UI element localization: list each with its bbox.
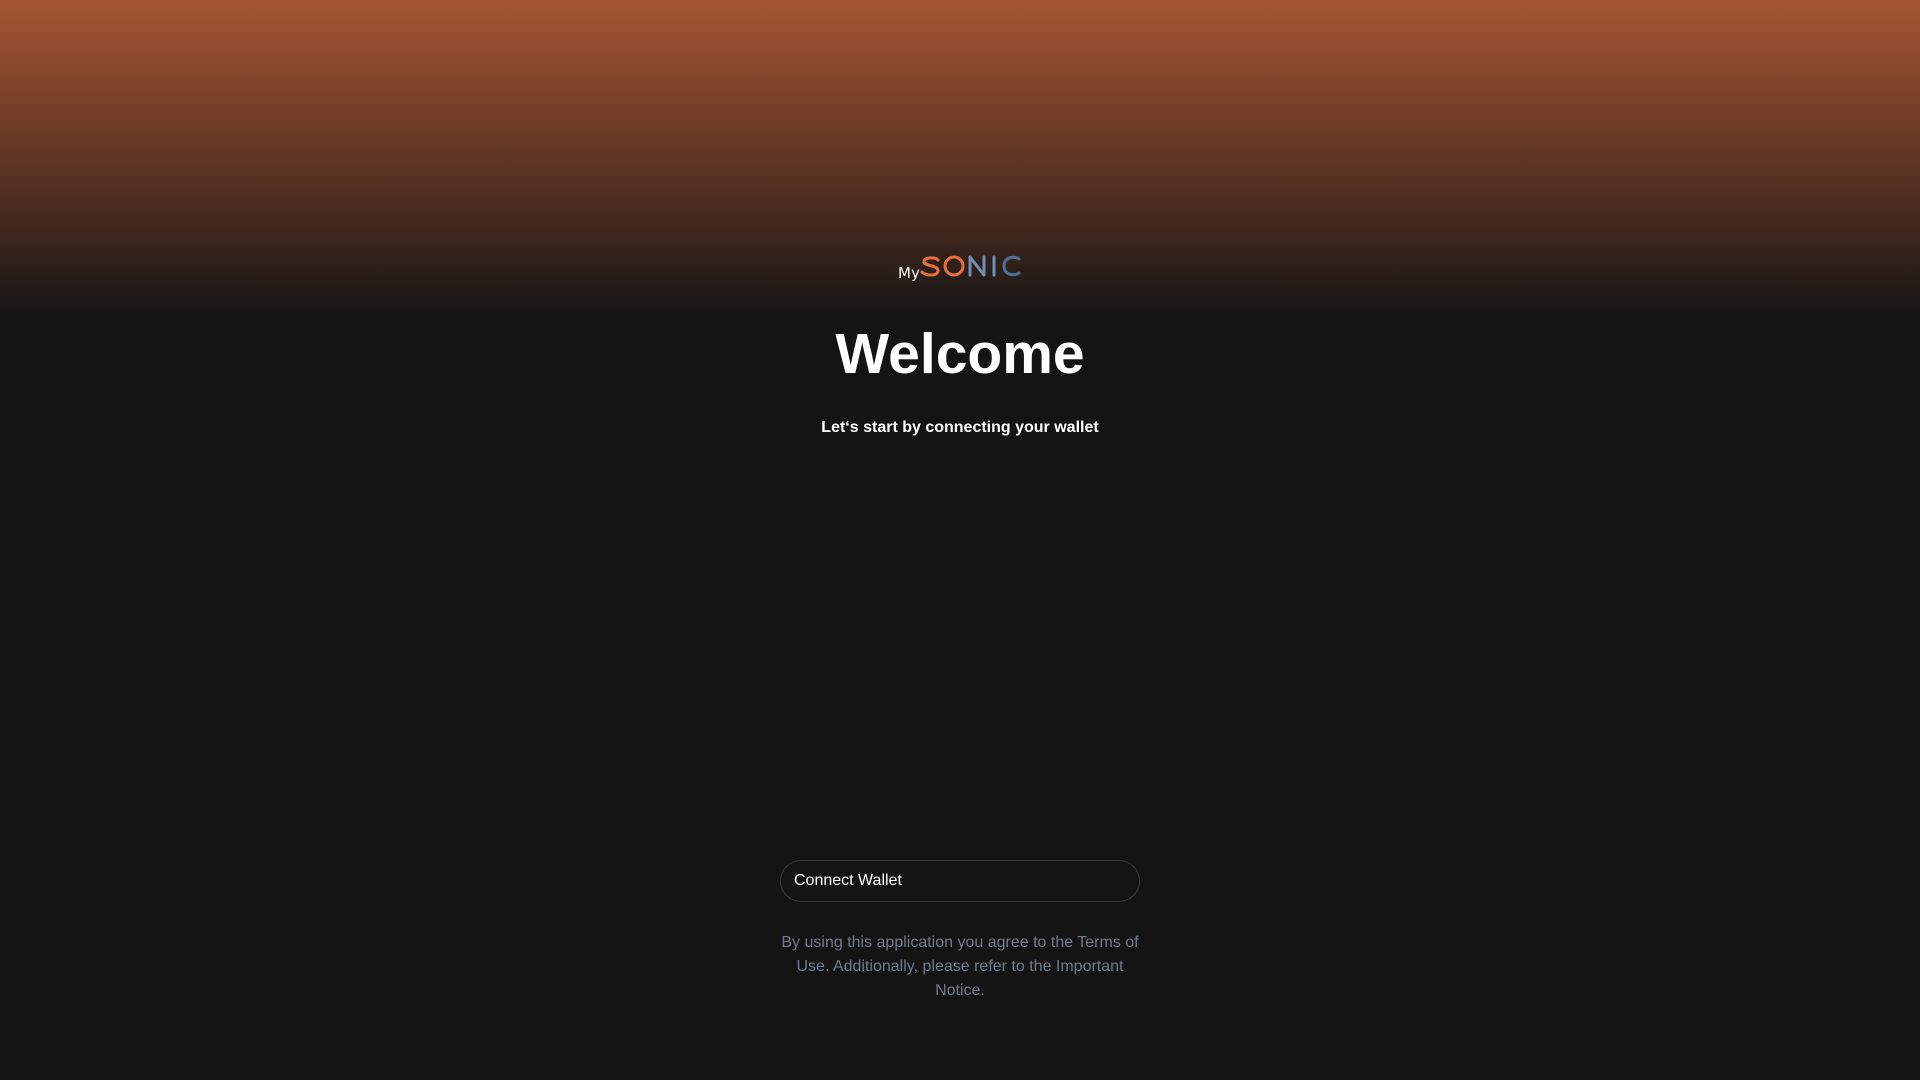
page-subtitle: Let‘s start by connecting your wallet [821,419,1099,436]
mysonic-logo: My [0,248,1920,288]
welcome-screen: My Welcome Let‘s start by connecting you… [0,0,1920,1080]
logo-prefix: My [898,264,920,282]
logo-letter-n [968,255,986,277]
page-title: Welcome [835,322,1085,386]
logo-letter-s [920,256,940,277]
logo-letter-o [943,255,965,277]
mysonic-logo-mark: My [898,255,1021,282]
connect-wallet-button[interactable]: Connect Wallet [780,860,1140,902]
logo-letter-c [1002,255,1021,277]
terms-notice: By using this application you agree to t… [781,934,1139,999]
